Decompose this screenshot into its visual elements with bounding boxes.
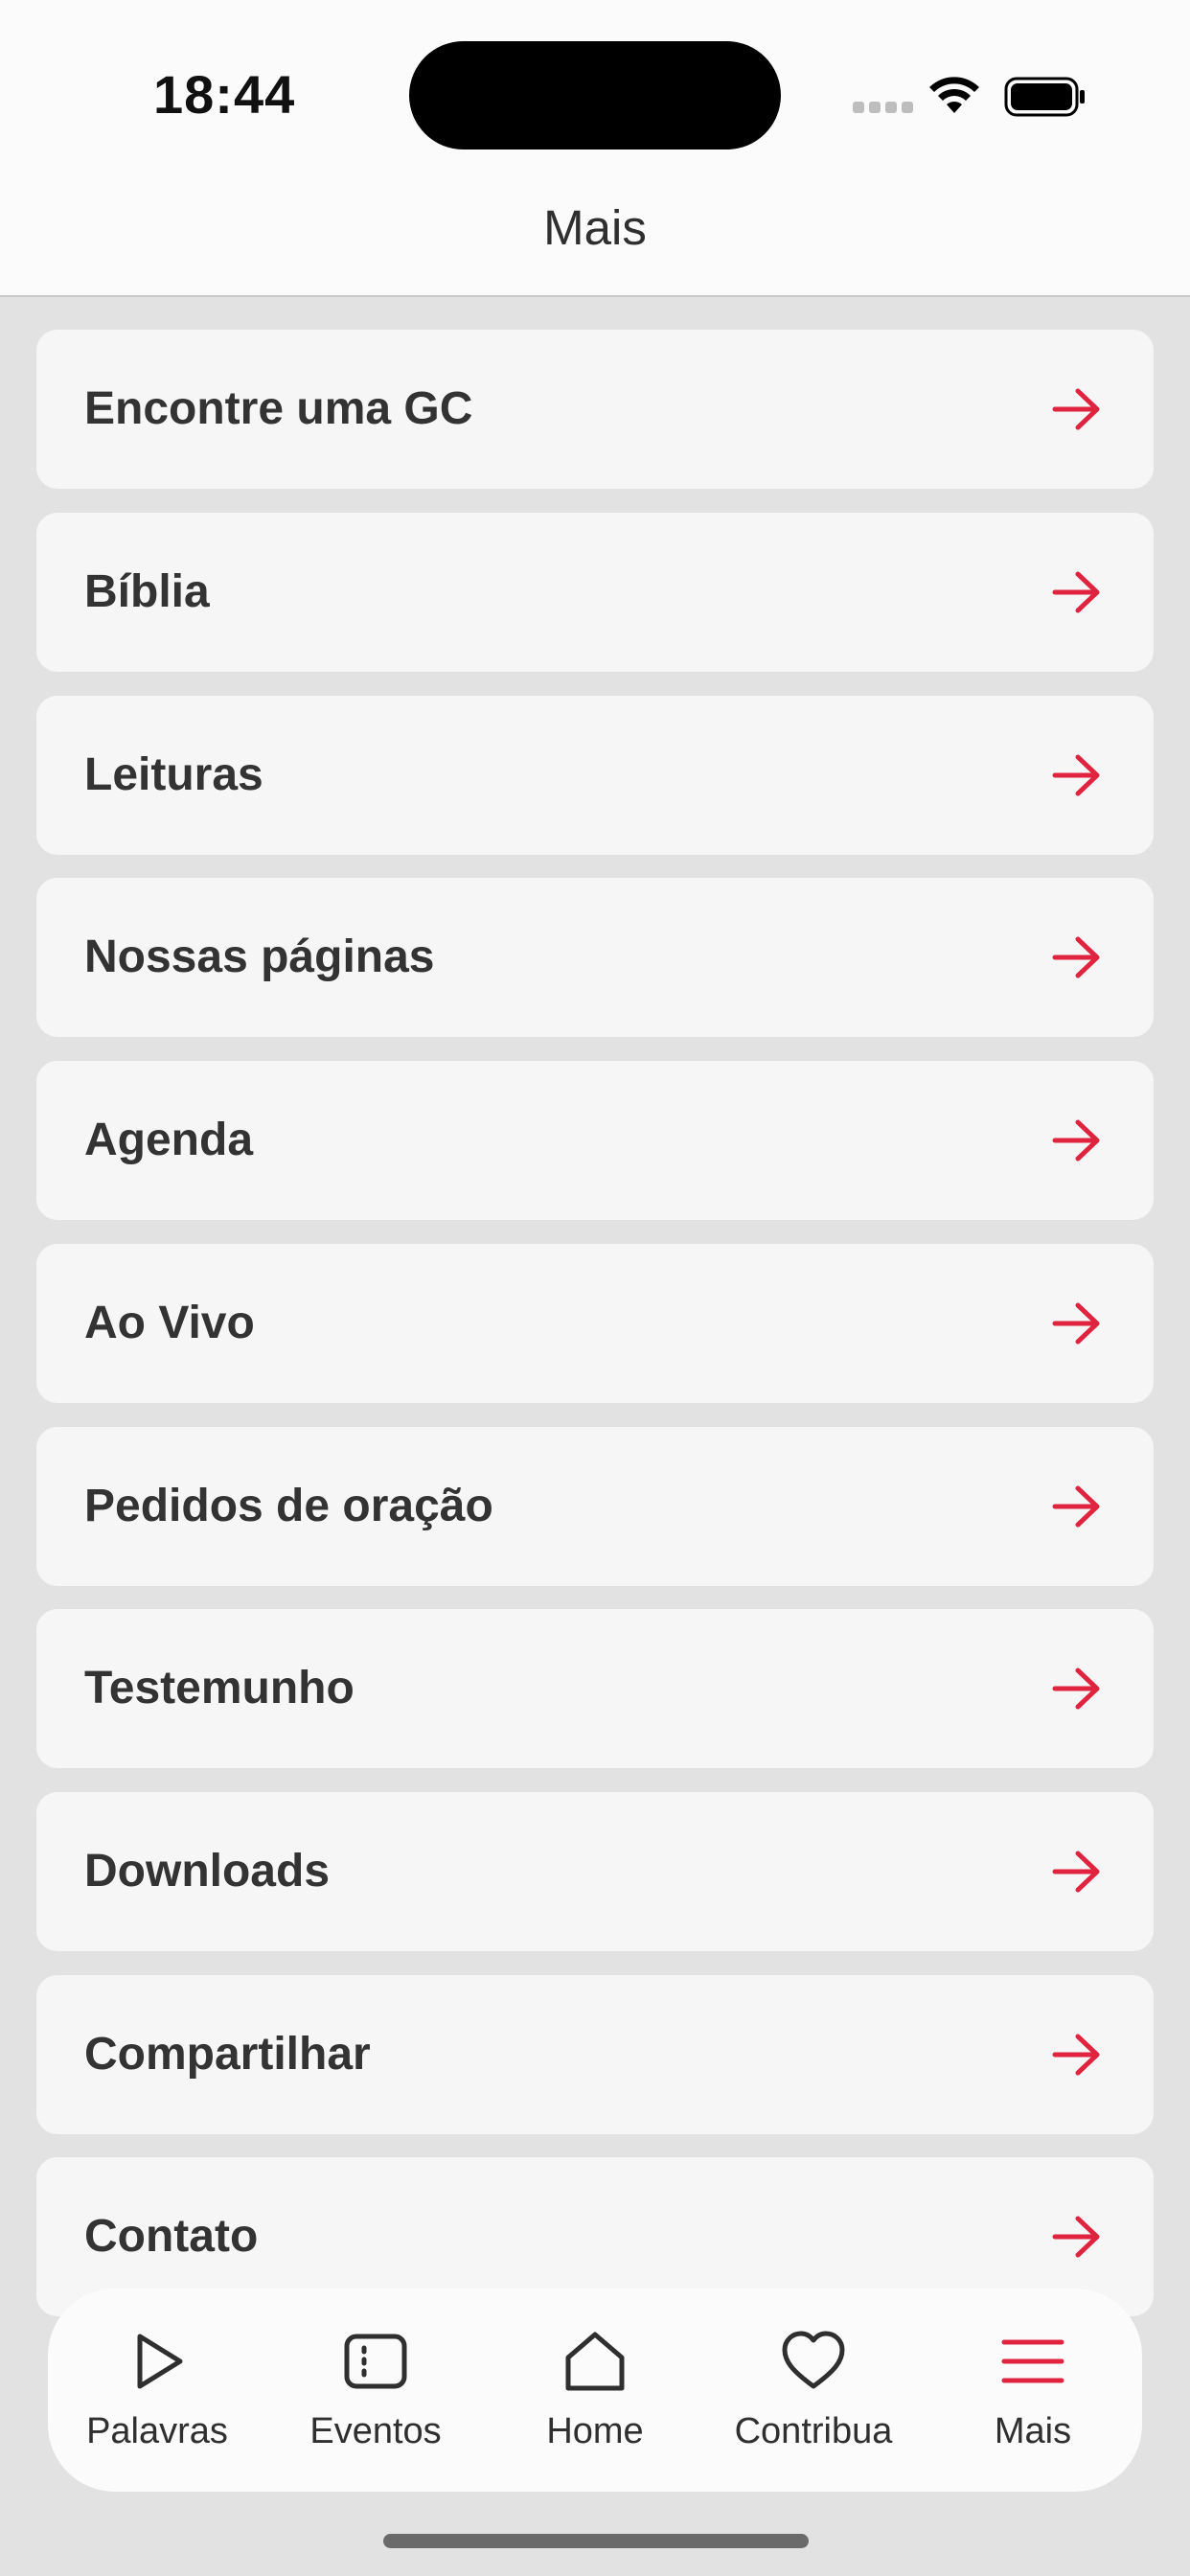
menu-item-leituras[interactable]: Leituras [36,696,1154,855]
menu-item-ao-vivo[interactable]: Ao Vivo [36,1244,1154,1403]
menu-item-nossas-paginas[interactable]: Nossas páginas [36,878,1154,1037]
arrow-right-icon [1052,2034,1100,2076]
ticket-icon [344,2334,407,2389]
arrow-right-icon [1052,1668,1100,1710]
header-bar: 18:44 Mais [0,0,1190,297]
menu-item-pedidos-oracao[interactable]: Pedidos de oração [36,1427,1154,1586]
menu-item-label: Leituras [84,749,263,800]
menu-item-testemunho[interactable]: Testemunho [36,1609,1154,1768]
arrow-right-icon [1052,2216,1100,2258]
tab-label: Palavras [86,2411,228,2451]
tab-label: Contribua [734,2411,893,2451]
menu-item-label: Downloads [84,1846,331,1897]
arrow-right-icon [1052,1302,1100,1345]
tab-label: Mais [994,2411,1072,2451]
menu-item-biblia[interactable]: Bíblia [36,513,1154,672]
menu-item-label: Ao Vivo [84,1298,255,1348]
menu-icon [1001,2339,1064,2383]
home-icon [565,2332,625,2391]
cellular-signal-icon [853,102,914,113]
tab-contribua[interactable]: Contribua [704,2288,923,2492]
menu-item-label: Nossas páginas [84,932,435,982]
wifi-icon [929,77,979,113]
arrow-right-icon [1052,1485,1100,1528]
home-indicator[interactable] [383,2534,809,2548]
screen: 18:44 Mais Encontre uma GC Bíblia Leitur… [0,0,1190,2576]
tab-eventos[interactable]: Eventos [266,2288,485,2492]
arrow-right-icon [1052,388,1100,430]
arrow-right-icon [1052,1851,1100,1893]
menu-item-label: Pedidos de oração [84,1481,493,1531]
arrow-right-icon [1052,1119,1100,1162]
menu-item-downloads[interactable]: Downloads [36,1792,1154,1951]
menu-item-label: Bíblia [84,566,210,617]
menu-item-label: Encontre uma GC [84,383,473,434]
page-title: Mais [543,200,647,255]
arrow-right-icon [1052,571,1100,613]
arrow-right-icon [1052,754,1100,796]
tab-bar: Palavras Eventos Home Contribua Mais [48,2288,1142,2492]
tab-home[interactable]: Home [486,2288,704,2492]
heart-icon [782,2331,845,2389]
tab-palavras[interactable]: Palavras [48,2288,266,2492]
tab-mais[interactable]: Mais [924,2288,1142,2492]
menu-item-label: Testemunho [84,1663,355,1714]
menu-item-label: Agenda [84,1115,254,1165]
tab-label: Eventos [309,2411,442,2451]
arrow-right-icon [1052,936,1100,978]
menu-item-encontre-gc[interactable]: Encontre uma GC [36,330,1154,489]
status-time: 18:44 [153,64,296,125]
battery-icon [1004,77,1085,117]
dynamic-island [409,41,781,150]
menu-item-label: Compartilhar [84,2029,371,2080]
menu-item-agenda[interactable]: Agenda [36,1061,1154,1220]
menu-item-compartilhar[interactable]: Compartilhar [36,1975,1154,2134]
play-icon [137,2334,183,2389]
tab-label: Home [546,2411,644,2451]
